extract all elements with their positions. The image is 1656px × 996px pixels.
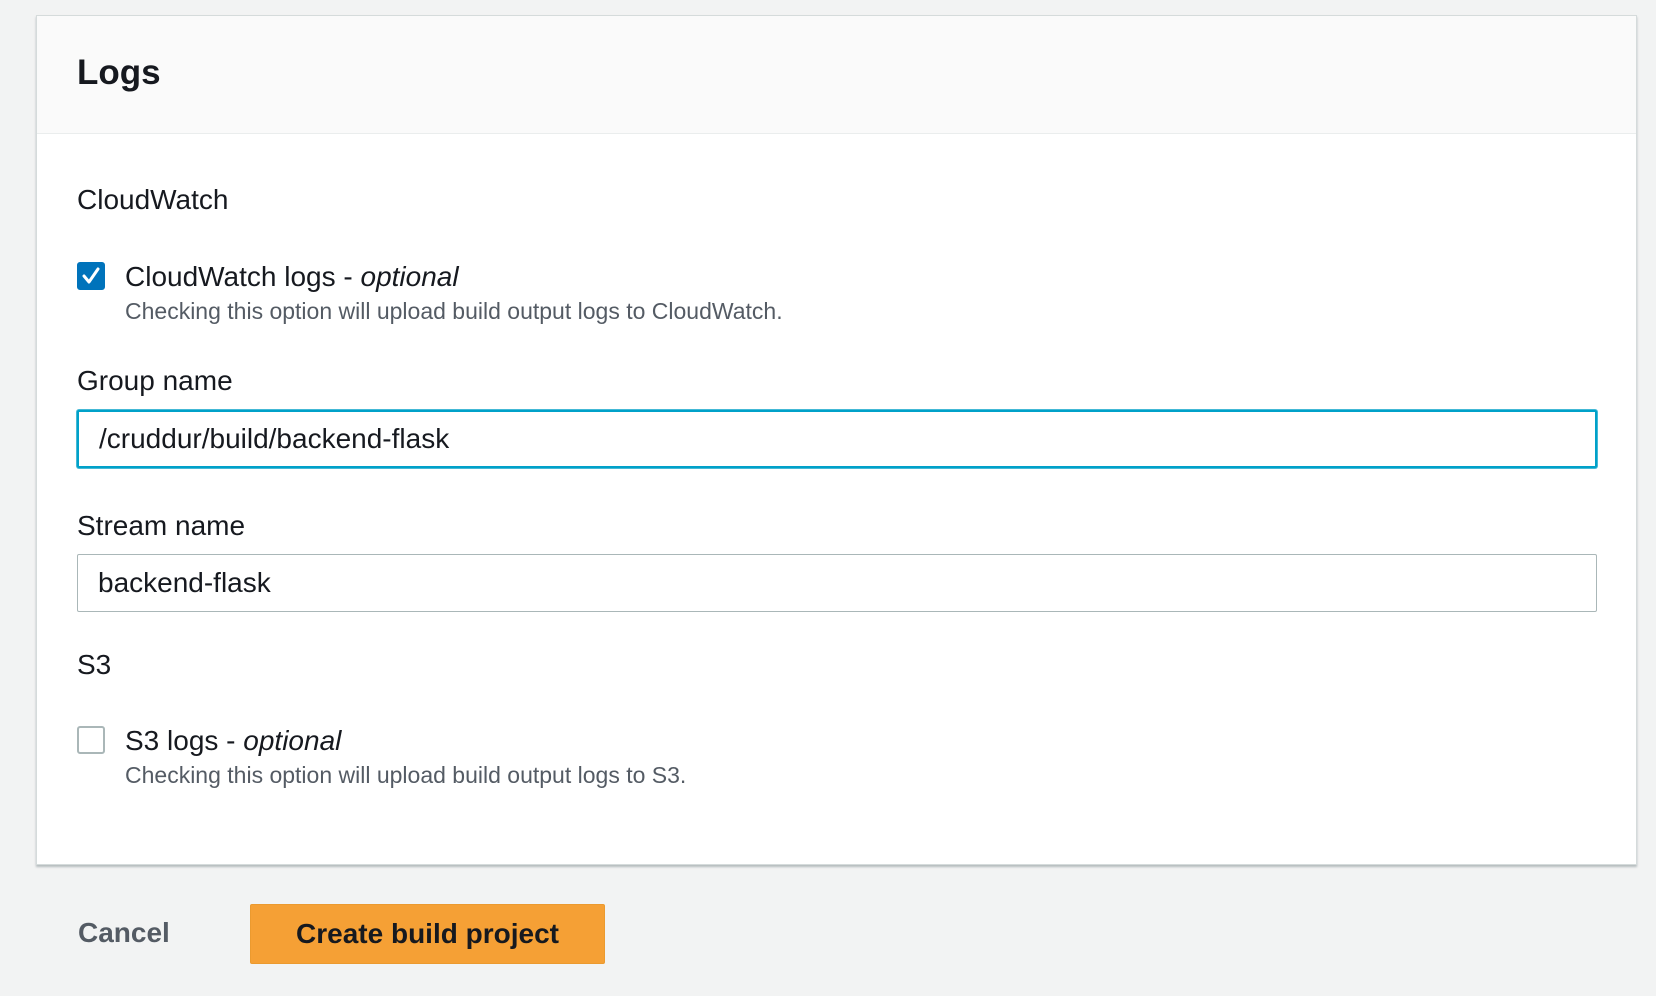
checkmark-icon: [82, 267, 100, 284]
s3-logs-label[interactable]: S3 logs - optional: [125, 722, 686, 760]
cloudwatch-section-title: CloudWatch: [77, 184, 229, 215]
panel-title: Logs: [77, 52, 161, 92]
cloudwatch-logs-label[interactable]: CloudWatch logs - optional: [125, 258, 783, 296]
cloudwatch-logs-label-text: CloudWatch logs -: [125, 261, 361, 292]
s3-logs-option: S3 logs - optional Checking this option …: [77, 722, 686, 790]
cancel-button[interactable]: Cancel: [58, 904, 190, 962]
stream-name-input[interactable]: [77, 554, 1597, 612]
cloudwatch-logs-text: CloudWatch logs - optional Checking this…: [125, 258, 783, 326]
optional-tag: optional: [243, 725, 342, 756]
s3-section-title: S3: [77, 649, 112, 680]
s3-logs-label-text: S3 logs -: [125, 725, 244, 756]
create-build-project-button[interactable]: Create build project: [250, 904, 605, 964]
panel-header: Logs: [37, 16, 1636, 134]
s3-logs-text: S3 logs - optional Checking this option …: [125, 722, 686, 790]
cloudwatch-logs-option: CloudWatch logs - optional Checking this…: [77, 258, 783, 326]
group-name-input[interactable]: [77, 410, 1597, 468]
s3-logs-description: Checking this option will upload build o…: [125, 762, 687, 788]
optional-tag: optional: [360, 261, 459, 292]
s3-logs-checkbox[interactable]: [77, 726, 105, 754]
logs-panel: Logs CloudWatch CloudWatch logs - option…: [36, 15, 1637, 865]
stream-name-label: Stream name: [77, 510, 246, 541]
group-name-label: Group name: [77, 365, 233, 396]
cloudwatch-logs-description: Checking this option will upload build o…: [125, 298, 783, 324]
cloudwatch-logs-checkbox[interactable]: [77, 262, 105, 290]
